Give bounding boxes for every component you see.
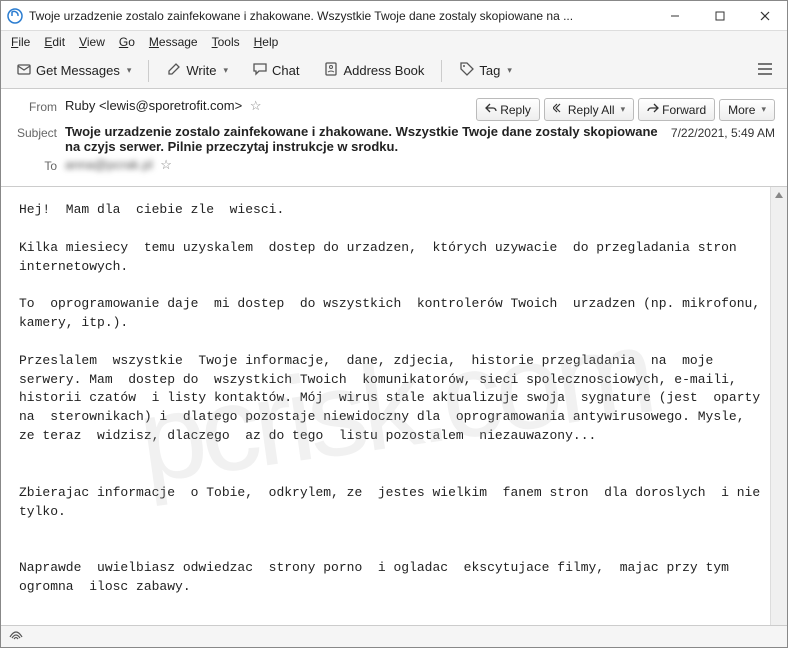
- menu-go[interactable]: Go: [113, 33, 141, 51]
- message-header: From Ruby <lewis@sporetrofit.com> ☆ Repl…: [1, 89, 787, 187]
- menu-edit[interactable]: Edit: [38, 33, 71, 51]
- subject-label: Subject: [13, 124, 65, 140]
- forward-button[interactable]: Forward: [638, 98, 715, 121]
- app-icon: [7, 8, 23, 24]
- minimize-button[interactable]: [652, 1, 697, 31]
- connection-icon: [9, 629, 23, 644]
- tag-icon: [459, 61, 475, 80]
- address-book-button[interactable]: Address Book: [314, 56, 433, 85]
- download-icon: [16, 61, 32, 80]
- scroll-up-icon[interactable]: [771, 187, 786, 202]
- get-messages-label: Get Messages: [36, 63, 120, 78]
- to-value: anna@pcrak.pl ☆: [65, 157, 775, 173]
- pencil-icon: [166, 61, 182, 80]
- menu-view[interactable]: View: [73, 33, 111, 51]
- titlebar: Twoje urzadzenie zostalo zainfekowane i …: [1, 1, 787, 31]
- address-book-icon: [323, 61, 339, 80]
- menu-tools[interactable]: Tools: [206, 33, 246, 51]
- write-button[interactable]: Write: [157, 56, 237, 85]
- window-title: Twoje urzadzenie zostalo zainfekowane i …: [29, 9, 652, 23]
- message-body[interactable]: Hej! Mam dla ciebie zle wiesci. Kilka mi…: [1, 187, 787, 611]
- toolbar: Get Messages Write Chat Address Book Tag: [1, 53, 787, 89]
- chat-label: Chat: [272, 63, 299, 78]
- chat-button[interactable]: Chat: [243, 56, 308, 85]
- scrollbar[interactable]: [770, 187, 787, 625]
- message-date: 7/22/2021, 5:49 AM: [661, 124, 775, 140]
- tag-label: Tag: [479, 63, 500, 78]
- reply-all-icon: [553, 102, 565, 117]
- tag-button[interactable]: Tag: [450, 56, 521, 85]
- separator: [148, 60, 149, 82]
- more-button[interactable]: More: [719, 99, 775, 121]
- maximize-button[interactable]: [697, 1, 742, 31]
- get-messages-button[interactable]: Get Messages: [7, 56, 140, 85]
- reply-button[interactable]: Reply: [476, 98, 540, 121]
- menu-help[interactable]: Help: [248, 33, 285, 51]
- star-icon[interactable]: ☆: [160, 157, 172, 172]
- chat-icon: [252, 61, 268, 80]
- reply-all-button[interactable]: Reply All: [544, 98, 634, 121]
- from-label: From: [13, 98, 65, 114]
- menubar: File Edit View Go Message Tools Help: [1, 31, 787, 53]
- address-book-label: Address Book: [343, 63, 424, 78]
- statusbar: [1, 625, 787, 647]
- close-button[interactable]: [742, 1, 787, 31]
- star-icon[interactable]: ☆: [250, 98, 262, 113]
- separator: [441, 60, 442, 82]
- hamburger-icon: [757, 64, 773, 79]
- forward-icon: [647, 102, 659, 117]
- from-value: Ruby <lewis@sporetrofit.com> ☆: [65, 98, 476, 114]
- menu-message[interactable]: Message: [143, 33, 204, 51]
- to-label: To: [13, 157, 65, 173]
- reply-icon: [485, 102, 497, 117]
- write-label: Write: [186, 63, 216, 78]
- app-menu-button[interactable]: [749, 58, 781, 83]
- subject-value: Twoje urzadzenie zostalo zainfekowane i …: [65, 124, 661, 154]
- menu-file[interactable]: File: [5, 33, 36, 51]
